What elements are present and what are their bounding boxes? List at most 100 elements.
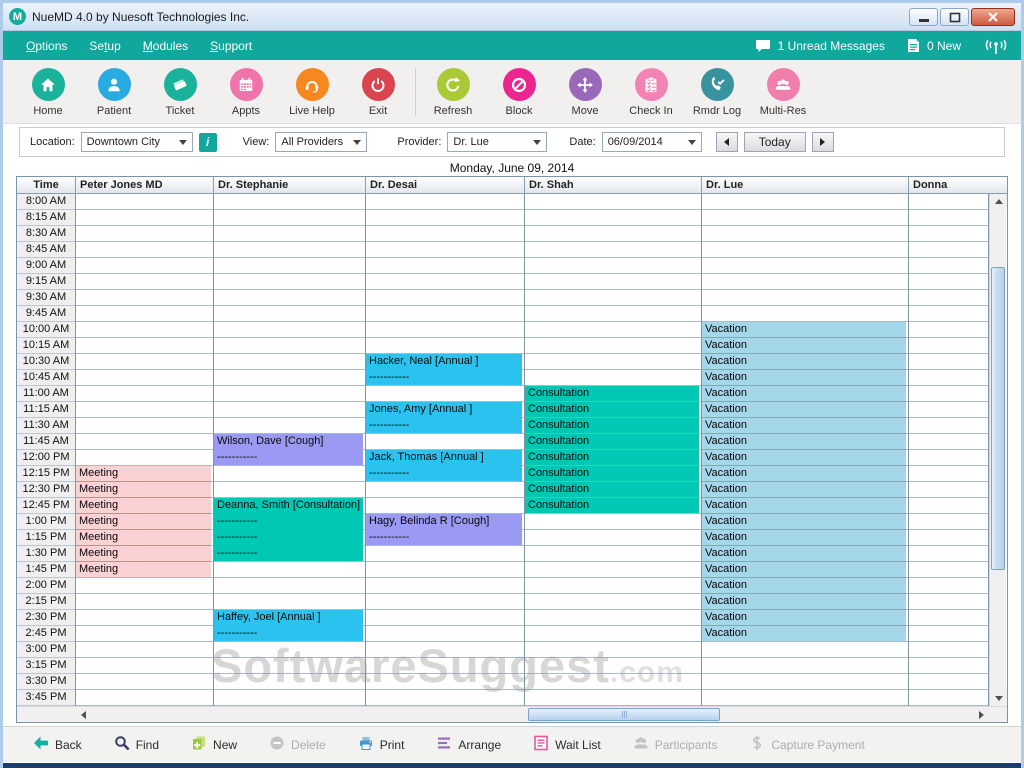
empty-slot[interactable]: [366, 274, 524, 290]
empty-slot[interactable]: [366, 482, 524, 498]
empty-slot[interactable]: [909, 210, 988, 226]
empty-slot[interactable]: [366, 194, 524, 210]
empty-slot[interactable]: [366, 226, 524, 242]
move-button[interactable]: Move: [552, 66, 618, 117]
empty-slot[interactable]: [525, 674, 701, 690]
location-select[interactable]: Downtown City: [81, 132, 193, 152]
empty-slot[interactable]: [76, 578, 213, 594]
empty-slot[interactable]: [214, 690, 365, 706]
empty-slot[interactable]: [76, 306, 213, 322]
empty-slot[interactable]: [214, 354, 365, 370]
appointment-cough[interactable]: Wilson, Dave [Cough]-----------: [214, 434, 363, 465]
empty-slot[interactable]: [214, 338, 365, 354]
empty-slot[interactable]: [702, 642, 908, 658]
empty-slot[interactable]: [525, 258, 701, 274]
menu-item-modules[interactable]: Modules: [132, 39, 199, 53]
empty-slot[interactable]: [525, 626, 701, 642]
empty-slot[interactable]: [366, 626, 524, 642]
empty-slot[interactable]: [909, 322, 988, 338]
empty-slot[interactable]: [76, 434, 213, 450]
empty-slot[interactable]: [702, 258, 908, 274]
check-in-button[interactable]: Check In: [618, 66, 684, 117]
empty-slot[interactable]: [366, 642, 524, 658]
empty-slot[interactable]: [214, 306, 365, 322]
empty-slot[interactable]: [76, 610, 213, 626]
empty-slot[interactable]: [909, 642, 988, 658]
empty-slot[interactable]: [366, 386, 524, 402]
empty-slot[interactable]: [909, 242, 988, 258]
arrange-button[interactable]: Arrange: [424, 731, 513, 759]
date-select[interactable]: 06/09/2014: [602, 132, 702, 152]
empty-slot[interactable]: [214, 674, 365, 690]
empty-slot[interactable]: [214, 578, 365, 594]
empty-slot[interactable]: [909, 626, 988, 642]
empty-slot[interactable]: [76, 354, 213, 370]
empty-slot[interactable]: [366, 594, 524, 610]
empty-slot[interactable]: [525, 322, 701, 338]
empty-slot[interactable]: [214, 194, 365, 210]
vertical-scrollbar[interactable]: [989, 194, 1006, 706]
empty-slot[interactable]: [214, 290, 365, 306]
print-button[interactable]: Print: [346, 731, 417, 759]
maximize-button[interactable]: [940, 8, 969, 26]
empty-slot[interactable]: [366, 546, 524, 562]
menu-item-support[interactable]: Support: [199, 39, 263, 53]
empty-slot[interactable]: [76, 386, 213, 402]
appointment-annual[interactable]: Jones, Amy [Annual ]-----------: [366, 402, 522, 433]
empty-slot[interactable]: [909, 306, 988, 322]
multi-res-button[interactable]: Multi-Res: [750, 66, 816, 117]
empty-slot[interactable]: [702, 306, 908, 322]
empty-slot[interactable]: [525, 194, 701, 210]
close-button[interactable]: [971, 8, 1015, 26]
empty-slot[interactable]: [76, 402, 213, 418]
empty-slot[interactable]: [366, 674, 524, 690]
empty-slot[interactable]: [909, 498, 988, 514]
empty-slot[interactable]: [525, 210, 701, 226]
empty-slot[interactable]: [366, 290, 524, 306]
empty-slot[interactable]: [366, 258, 524, 274]
empty-slot[interactable]: [909, 674, 988, 690]
empty-slot[interactable]: [909, 530, 988, 546]
empty-slot[interactable]: [366, 610, 524, 626]
empty-slot[interactable]: [702, 242, 908, 258]
empty-slot[interactable]: [366, 562, 524, 578]
ticket-button[interactable]: Ticket: [147, 66, 213, 117]
empty-slot[interactable]: [214, 258, 365, 274]
empty-slot[interactable]: [909, 418, 988, 434]
empty-slot[interactable]: [214, 642, 365, 658]
patient-button[interactable]: Patient: [81, 66, 147, 117]
empty-slot[interactable]: [214, 322, 365, 338]
wait-list-button[interactable]: Wait List: [521, 731, 613, 759]
empty-slot[interactable]: [909, 386, 988, 402]
empty-slot[interactable]: [76, 418, 213, 434]
empty-slot[interactable]: [702, 658, 908, 674]
minimize-button[interactable]: [909, 8, 938, 26]
empty-slot[interactable]: [702, 690, 908, 706]
empty-slot[interactable]: [909, 594, 988, 610]
empty-slot[interactable]: [909, 466, 988, 482]
block-button[interactable]: Block: [486, 66, 552, 117]
empty-slot[interactable]: [366, 322, 524, 338]
empty-slot[interactable]: [214, 242, 365, 258]
view-select[interactable]: All Providers: [275, 132, 367, 152]
empty-slot[interactable]: [909, 450, 988, 466]
empty-slot[interactable]: [525, 690, 701, 706]
location-info-button[interactable]: i: [199, 133, 217, 152]
empty-slot[interactable]: [366, 242, 524, 258]
rmdr-log-button[interactable]: Rmdr Log: [684, 66, 750, 117]
empty-slot[interactable]: [909, 354, 988, 370]
empty-slot[interactable]: [366, 434, 524, 450]
horizontal-scrollbar[interactable]: [17, 706, 1007, 722]
empty-slot[interactable]: [76, 322, 213, 338]
empty-slot[interactable]: [214, 210, 365, 226]
empty-slot[interactable]: [76, 194, 213, 210]
scroll-right-button[interactable]: [974, 707, 989, 722]
empty-slot[interactable]: [366, 210, 524, 226]
empty-slot[interactable]: [702, 194, 908, 210]
empty-slot[interactable]: [76, 338, 213, 354]
empty-slot[interactable]: [909, 434, 988, 450]
empty-slot[interactable]: [214, 274, 365, 290]
provider-select[interactable]: Dr. Lue: [447, 132, 547, 152]
empty-slot[interactable]: [214, 482, 365, 498]
empty-slot[interactable]: [76, 290, 213, 306]
